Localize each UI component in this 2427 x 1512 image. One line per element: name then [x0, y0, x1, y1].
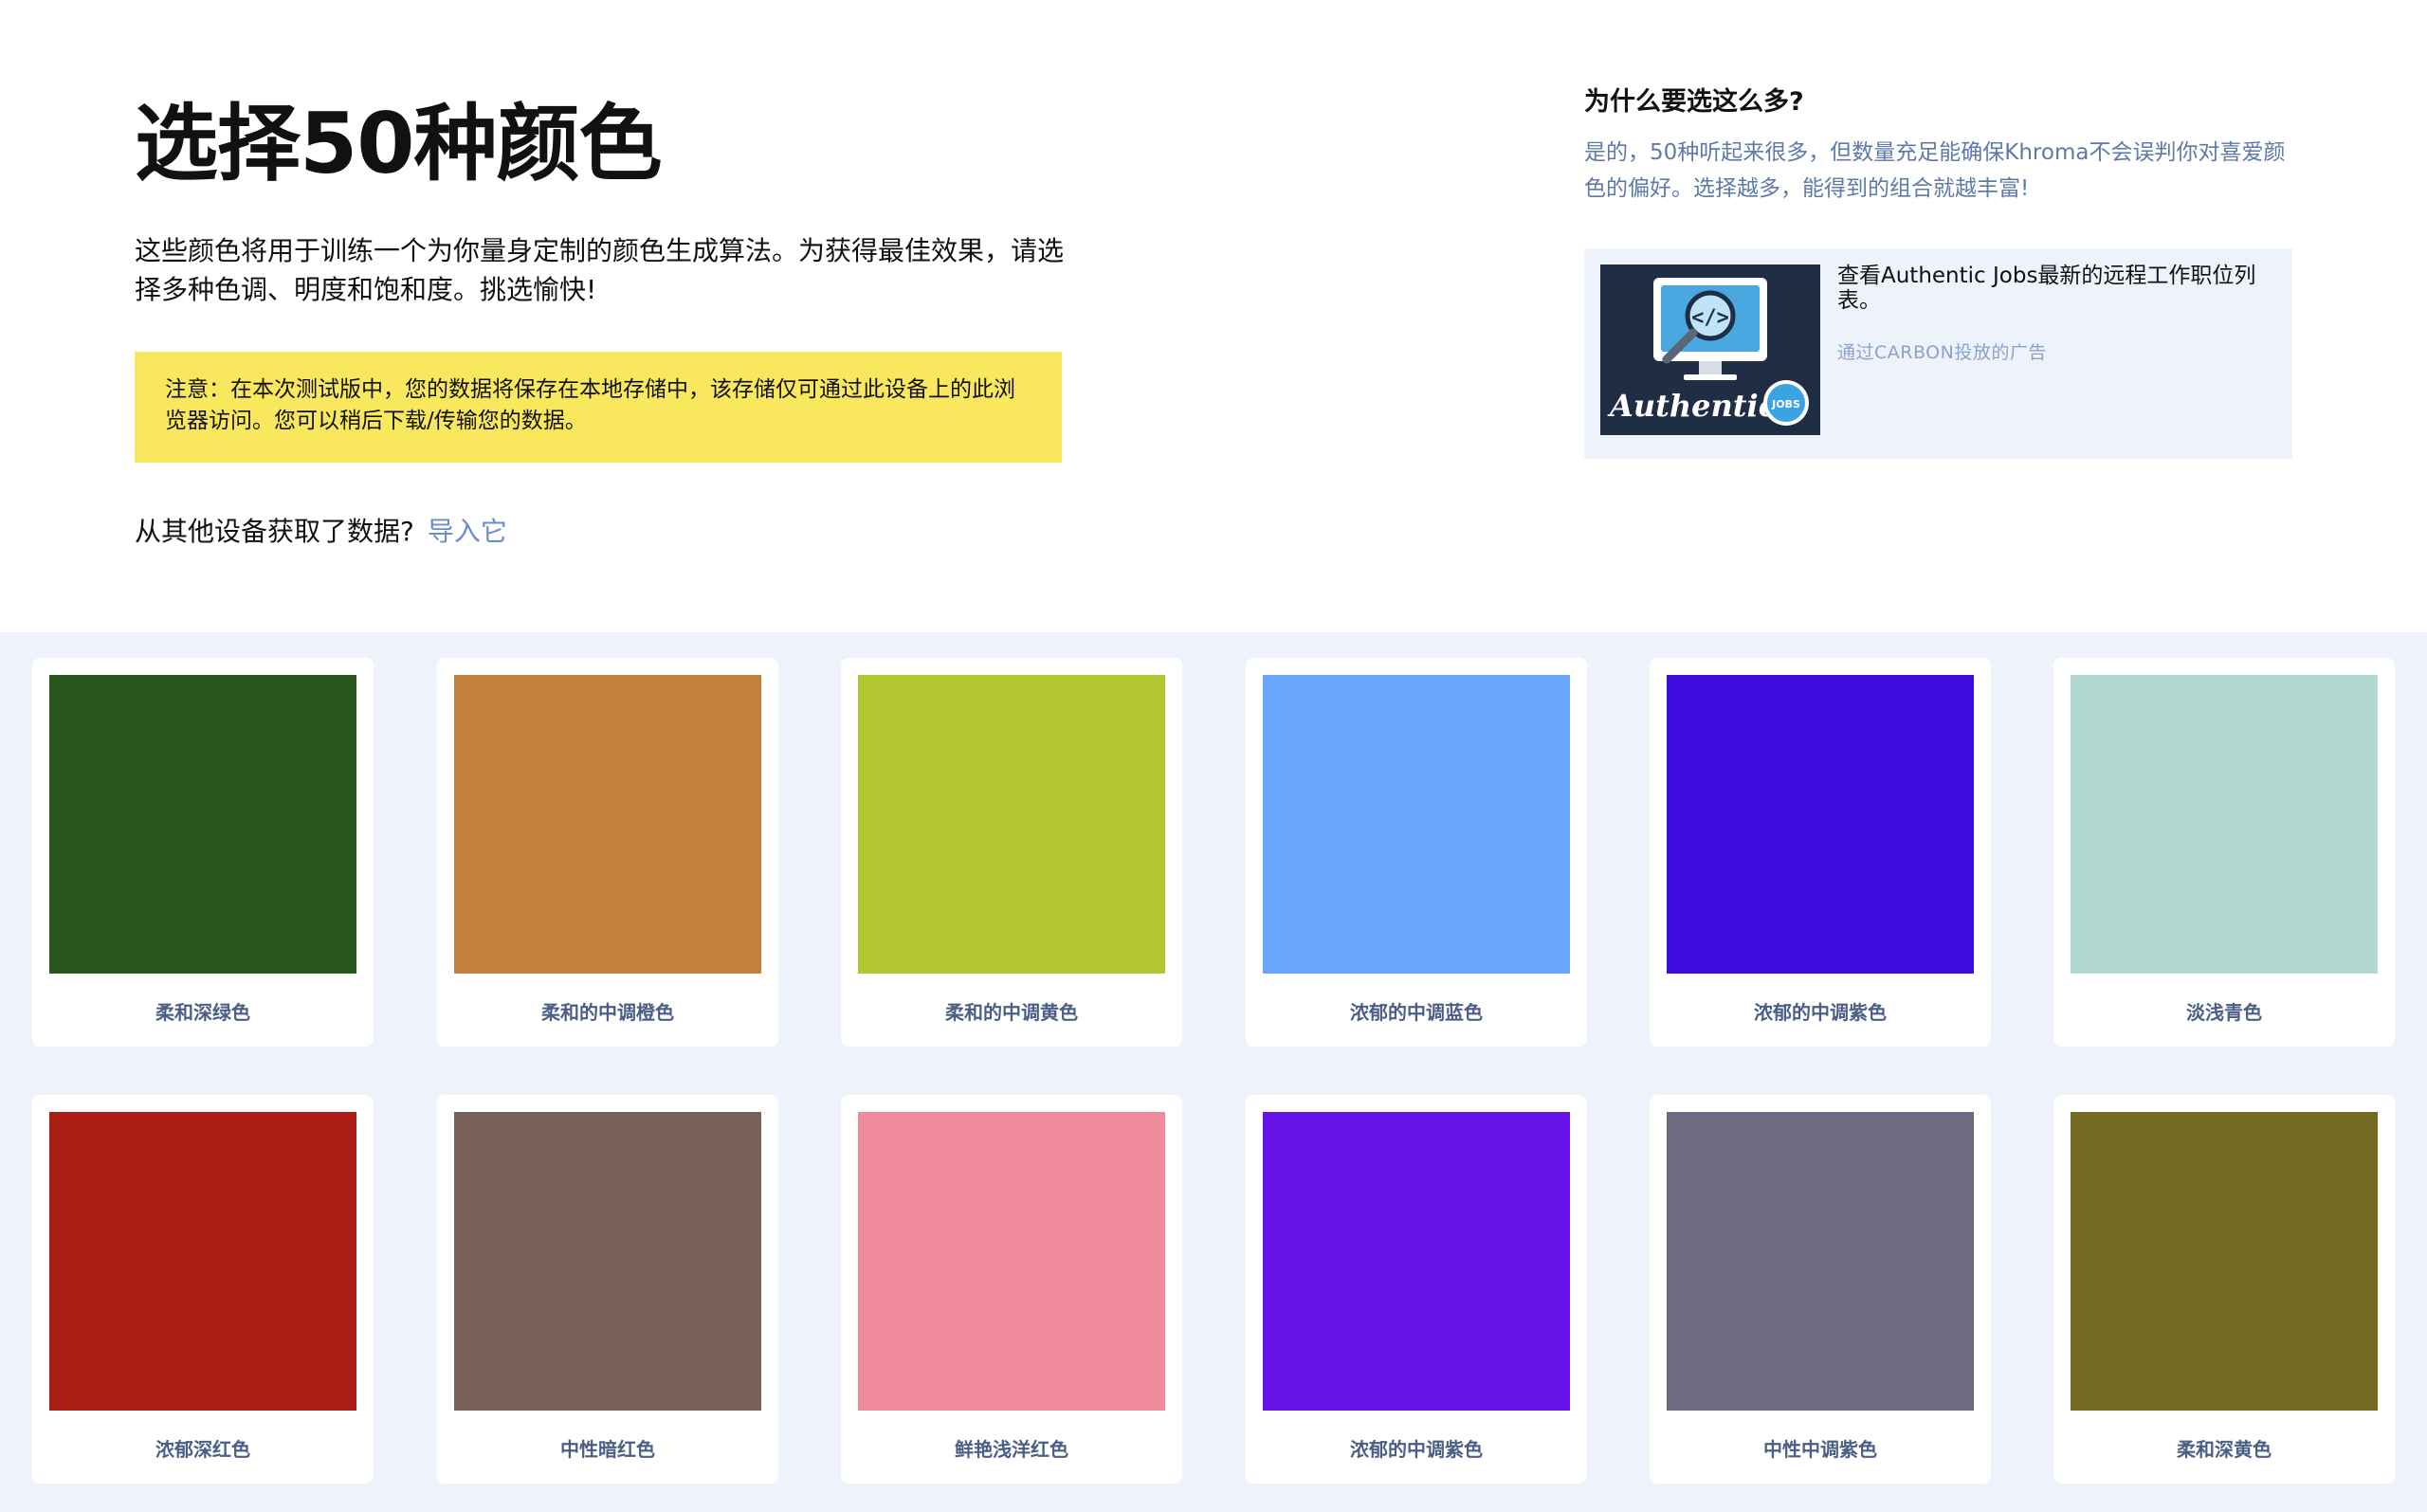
- color-name: 淡浅青色: [2186, 1001, 2262, 1024]
- color-card[interactable]: 柔和深绿色: [32, 658, 374, 1047]
- ad-monitor-icon: </> Authentic JOBS: [1600, 264, 1820, 435]
- color-name: 柔和深绿色: [155, 1001, 250, 1024]
- color-card[interactable]: 中性暗红色: [437, 1095, 778, 1484]
- beta-notice: 注意：在本次测试版中，您的数据将保存在本地存储中，该存储仅可通过此设备上的此浏览…: [135, 352, 1062, 463]
- color-swatch: [49, 675, 356, 974]
- color-card[interactable]: 浓郁的中调紫色: [1650, 658, 1991, 1047]
- color-swatch: [454, 675, 761, 974]
- color-name: 中性中调紫色: [1763, 1438, 1877, 1461]
- header-section: 选择50种颜色 这些颜色将用于训练一个为你量身定制的颜色生成算法。为获得最佳效果…: [0, 0, 2427, 632]
- color-name: 柔和的中调橙色: [541, 1001, 674, 1024]
- color-card[interactable]: 淡浅青色: [2053, 658, 2395, 1047]
- page-title: 选择50种颜色: [135, 95, 662, 192]
- color-swatch: [1263, 1112, 1570, 1411]
- color-card[interactable]: 浓郁的中调紫色: [1246, 1095, 1587, 1484]
- why-title: 为什么要选这么多?: [1584, 87, 1804, 117]
- intro: 选择50种颜色 这些颜色将用于训练一个为你量身定制的颜色生成算法。为获得最佳效果…: [135, 91, 1073, 548]
- color-swatch: [858, 675, 1165, 974]
- color-name: 柔和深黄色: [2177, 1438, 2272, 1461]
- color-grid: 柔和深绿色 柔和的中调橙色 柔和的中调黄色 浓郁的中调蓝色 浓郁的中调紫色 淡浅…: [0, 632, 2427, 1512]
- color-name: 柔和的中调黄色: [945, 1001, 1078, 1024]
- why-text: 是的，50种听起来很多，但数量充足能确保Khroma不会误判你对喜爱颜色的偏好。…: [1584, 140, 2286, 201]
- color-swatch: [2071, 675, 2378, 974]
- color-swatch: [49, 1112, 356, 1411]
- color-card[interactable]: 柔和的中调橙色: [437, 658, 778, 1047]
- ad-link-text[interactable]: 查看Authentic Jobs最新的远程工作职位列表。: [1837, 264, 2273, 313]
- ad-via[interactable]: 通过CARBON投放的广告: [1837, 341, 2047, 364]
- color-card[interactable]: 柔和深黄色: [2053, 1095, 2395, 1484]
- carbon-ad: </> Authentic JOBS 查看Authentic Jobs最新的远程…: [1584, 248, 2292, 459]
- ad-logo-text: Authentic: [1607, 388, 1777, 424]
- color-swatch: [2071, 1112, 2378, 1411]
- svg-text:</>: </>: [1691, 306, 1729, 330]
- color-swatch: [1667, 675, 1974, 974]
- intro-description: 这些颜色将用于训练一个为你量身定制的颜色生成算法。为获得最佳效果，请选择多种色调…: [135, 235, 1065, 305]
- color-swatch: [1667, 1112, 1974, 1411]
- import-row: 从其他设备获取了数据? 导入它: [135, 516, 1073, 548]
- ad-badge-text: JOBS: [1771, 398, 1800, 410]
- color-card[interactable]: 浓郁深红色: [32, 1095, 374, 1484]
- color-card[interactable]: 鲜艳浅洋红色: [841, 1095, 1182, 1484]
- color-name: 浓郁深红色: [155, 1438, 250, 1461]
- color-name: 鲜艳浅洋红色: [955, 1438, 1068, 1461]
- import-link[interactable]: 导入它: [428, 516, 507, 547]
- color-swatch: [1263, 675, 1570, 974]
- ad-image[interactable]: </> Authentic JOBS: [1600, 264, 1820, 435]
- color-card[interactable]: 浓郁的中调蓝色: [1246, 658, 1587, 1047]
- color-card[interactable]: 中性中调紫色: [1650, 1095, 1991, 1484]
- color-card[interactable]: 柔和的中调黄色: [841, 658, 1182, 1047]
- color-name: 浓郁的中调紫色: [1754, 1001, 1887, 1024]
- color-swatch: [858, 1112, 1165, 1411]
- import-question: 从其他设备获取了数据?: [135, 516, 414, 547]
- color-swatch: [454, 1112, 761, 1411]
- color-name: 浓郁的中调紫色: [1350, 1438, 1483, 1461]
- color-name: 浓郁的中调蓝色: [1350, 1001, 1483, 1024]
- sidebar-info: 为什么要选这么多? 是的，50种听起来很多，但数量充足能确保Khroma不会误判…: [1584, 83, 2295, 459]
- color-name: 中性暗红色: [560, 1438, 655, 1461]
